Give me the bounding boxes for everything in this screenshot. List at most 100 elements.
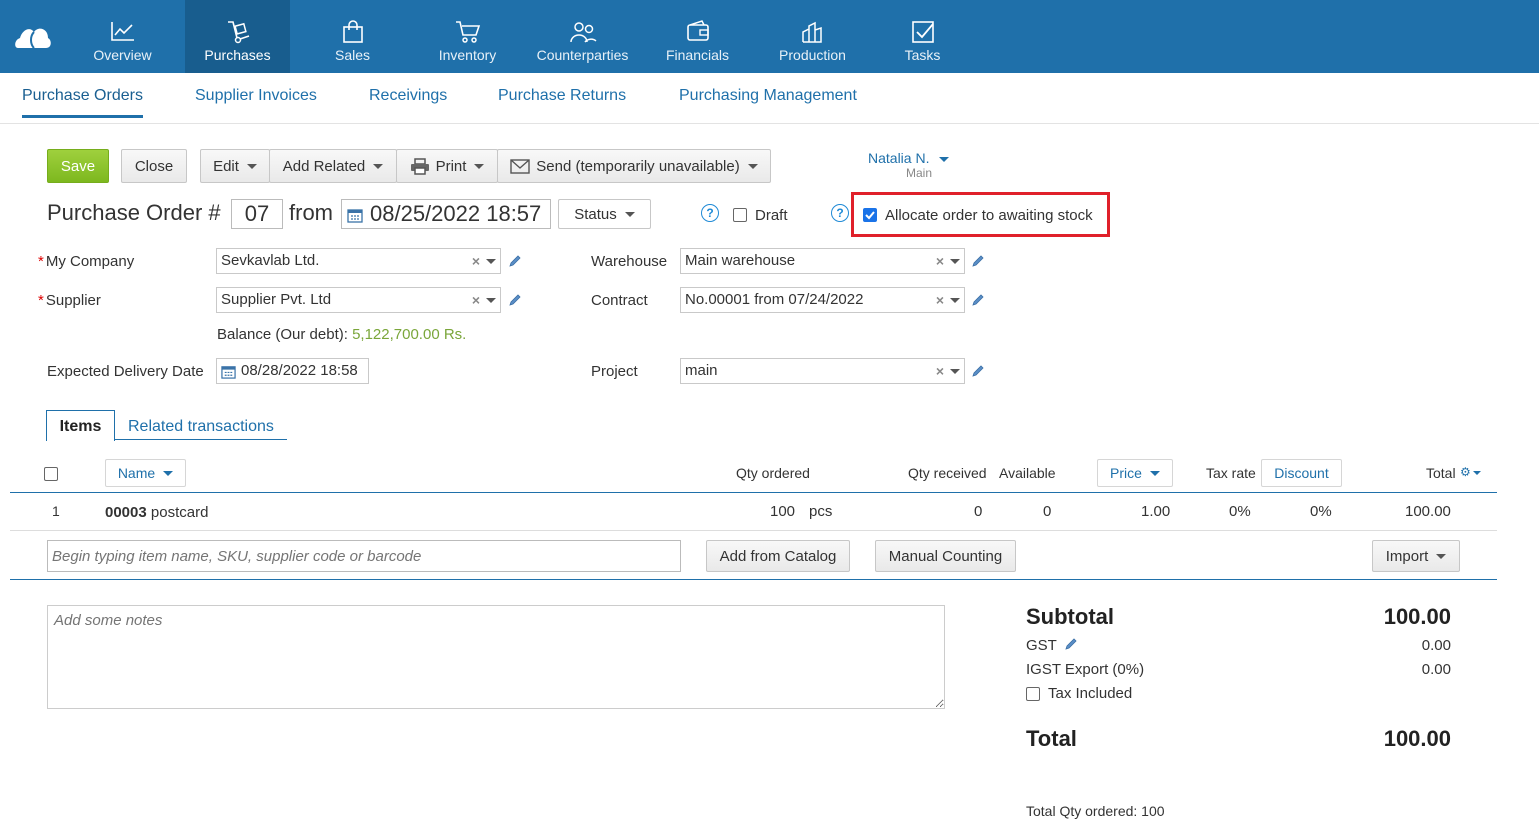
row-tax-rate[interactable]: 0%: [1229, 503, 1251, 520]
nav-label: Purchases: [204, 47, 271, 63]
tab-receivings[interactable]: Receivings: [369, 87, 447, 105]
caret-down-icon: [1149, 470, 1160, 476]
app-logo-icon[interactable]: [14, 22, 52, 50]
caret-down-icon[interactable]: [486, 258, 496, 264]
gst-label: GST: [1026, 637, 1078, 654]
item-search-input[interactable]: [47, 540, 681, 572]
notes-textarea[interactable]: [47, 605, 945, 709]
tab-supplier-invoices[interactable]: Supplier Invoices: [195, 87, 317, 105]
row-price[interactable]: 1.00: [1141, 503, 1170, 520]
table-row[interactable]: [10, 493, 1497, 531]
tab-purchase-orders[interactable]: Purchase Orders: [22, 87, 143, 118]
nav-label: Financials: [665, 47, 730, 63]
row-total: 100.00: [1405, 503, 1451, 520]
task-check-icon: [911, 21, 934, 43]
pencil-icon[interactable]: [508, 293, 522, 307]
nav-label: Counterparties: [536, 47, 629, 63]
tax-included-checkbox[interactable]: [1026, 687, 1040, 701]
edit-dropdown-button[interactable]: Edit: [200, 149, 270, 183]
send-label: Send (temporarily unavailable): [536, 157, 740, 175]
name-header-label: Name: [117, 465, 156, 481]
clear-icon[interactable]: ×: [936, 363, 944, 379]
nav-purchases[interactable]: Purchases: [185, 0, 290, 73]
close-button-label: Close: [134, 157, 174, 175]
pencil-icon[interactable]: [508, 254, 522, 268]
expected-delivery-field[interactable]: 08/28/2022 18:58: [216, 358, 369, 384]
qty-received-header: Qty received: [908, 465, 987, 481]
tab-related-transactions[interactable]: Related transactions: [128, 418, 274, 436]
select-all-checkbox[interactable]: [44, 467, 58, 481]
nav-counterparties[interactable]: Counterparties: [530, 0, 635, 73]
tab-purchase-returns[interactable]: Purchase Returns: [498, 87, 626, 105]
tab-purchasing-management[interactable]: Purchasing Management: [679, 87, 857, 105]
send-dropdown-button[interactable]: Send (temporarily unavailable): [497, 149, 771, 183]
save-button[interactable]: Save: [47, 149, 109, 183]
available-header: Available: [999, 465, 1056, 481]
required-asterisk: *: [38, 292, 44, 309]
row-qty[interactable]: 100: [770, 503, 795, 520]
column-settings-icon[interactable]: ⚙: [1460, 465, 1481, 479]
user-menu[interactable]: Natalia N.: [868, 150, 950, 166]
clear-icon[interactable]: ×: [472, 292, 480, 308]
shopping-bag-icon: [342, 20, 363, 43]
nav-inventory[interactable]: Inventory: [415, 0, 520, 73]
manual-counting-button[interactable]: Manual Counting: [875, 540, 1016, 572]
print-dropdown-button[interactable]: Print: [396, 149, 498, 183]
total-header: Total: [1426, 465, 1456, 481]
my-company-select[interactable]: Sevkavlab Ltd. ×: [216, 248, 501, 274]
save-button-label: Save: [60, 157, 96, 175]
chart-line-icon: [110, 22, 134, 41]
supplier-select[interactable]: Supplier Pvt. Ltd ×: [216, 287, 501, 313]
row-item-name[interactable]: 00003 postcard: [105, 504, 208, 521]
import-dropdown-button[interactable]: Import: [1372, 540, 1460, 572]
draft-checkbox[interactable]: [733, 208, 747, 222]
nav-tasks[interactable]: Tasks: [870, 0, 975, 73]
nav-production[interactable]: Production: [760, 0, 865, 73]
close-button[interactable]: Close: [121, 149, 187, 183]
add-related-dropdown-button[interactable]: Add Related: [269, 149, 397, 183]
warehouse-select[interactable]: Main warehouse ×: [680, 248, 965, 274]
status-label: Status: [574, 205, 617, 223]
total-label: Total: [1026, 726, 1077, 751]
pencil-icon[interactable]: [971, 293, 985, 307]
help-icon[interactable]: ?: [831, 204, 849, 222]
row-discount[interactable]: 0%: [1310, 503, 1332, 520]
nav-sales[interactable]: Sales: [300, 0, 405, 73]
caret-down-icon[interactable]: [950, 258, 960, 264]
caret-down-icon[interactable]: [486, 297, 496, 303]
discount-column-header[interactable]: Discount: [1261, 459, 1342, 487]
caret-down-icon[interactable]: [950, 297, 960, 303]
order-number-field[interactable]: 07: [231, 199, 283, 229]
clear-icon[interactable]: ×: [936, 253, 944, 269]
caret-down-icon[interactable]: [950, 368, 960, 374]
project-select[interactable]: main ×: [680, 358, 965, 384]
allocate-checkbox[interactable]: [863, 208, 877, 222]
help-icon[interactable]: ?: [701, 204, 719, 222]
nav-financials[interactable]: Financials: [645, 0, 750, 73]
pencil-icon[interactable]: [971, 364, 985, 378]
caret-down-icon: [163, 470, 174, 476]
order-datetime-field[interactable]: 08/25/2022 18:57: [341, 199, 551, 229]
name-column-header[interactable]: Name: [105, 459, 186, 487]
price-header-label: Price: [1110, 465, 1142, 481]
add-from-catalog-label: Add from Catalog: [719, 547, 837, 565]
nav-overview[interactable]: Overview: [70, 0, 175, 73]
status-dropdown-button[interactable]: Status: [558, 199, 651, 229]
order-datetime-value: 08/25/2022 18:57: [370, 201, 542, 226]
contract-select[interactable]: No.00001 from 07/24/2022 ×: [680, 287, 965, 313]
pencil-icon[interactable]: [1064, 637, 1078, 651]
price-column-header[interactable]: Price: [1097, 459, 1173, 487]
clear-icon[interactable]: ×: [936, 292, 944, 308]
manual-counting-label: Manual Counting: [888, 547, 1003, 565]
row-index: 1: [52, 503, 60, 519]
row-received: 0: [974, 503, 983, 520]
add-from-catalog-button[interactable]: Add from Catalog: [706, 540, 850, 572]
expected-delivery-label: Expected Delivery Date: [47, 363, 204, 380]
clear-icon[interactable]: ×: [472, 253, 480, 269]
balance-row: Balance (Our debt): 5,122,700.00 Rs.: [217, 326, 466, 343]
project-label: Project: [591, 363, 638, 380]
people-icon: [569, 22, 596, 43]
pencil-icon[interactable]: [971, 254, 985, 268]
supplier-label: * Supplier: [38, 292, 101, 309]
tab-items[interactable]: Items: [46, 410, 115, 441]
